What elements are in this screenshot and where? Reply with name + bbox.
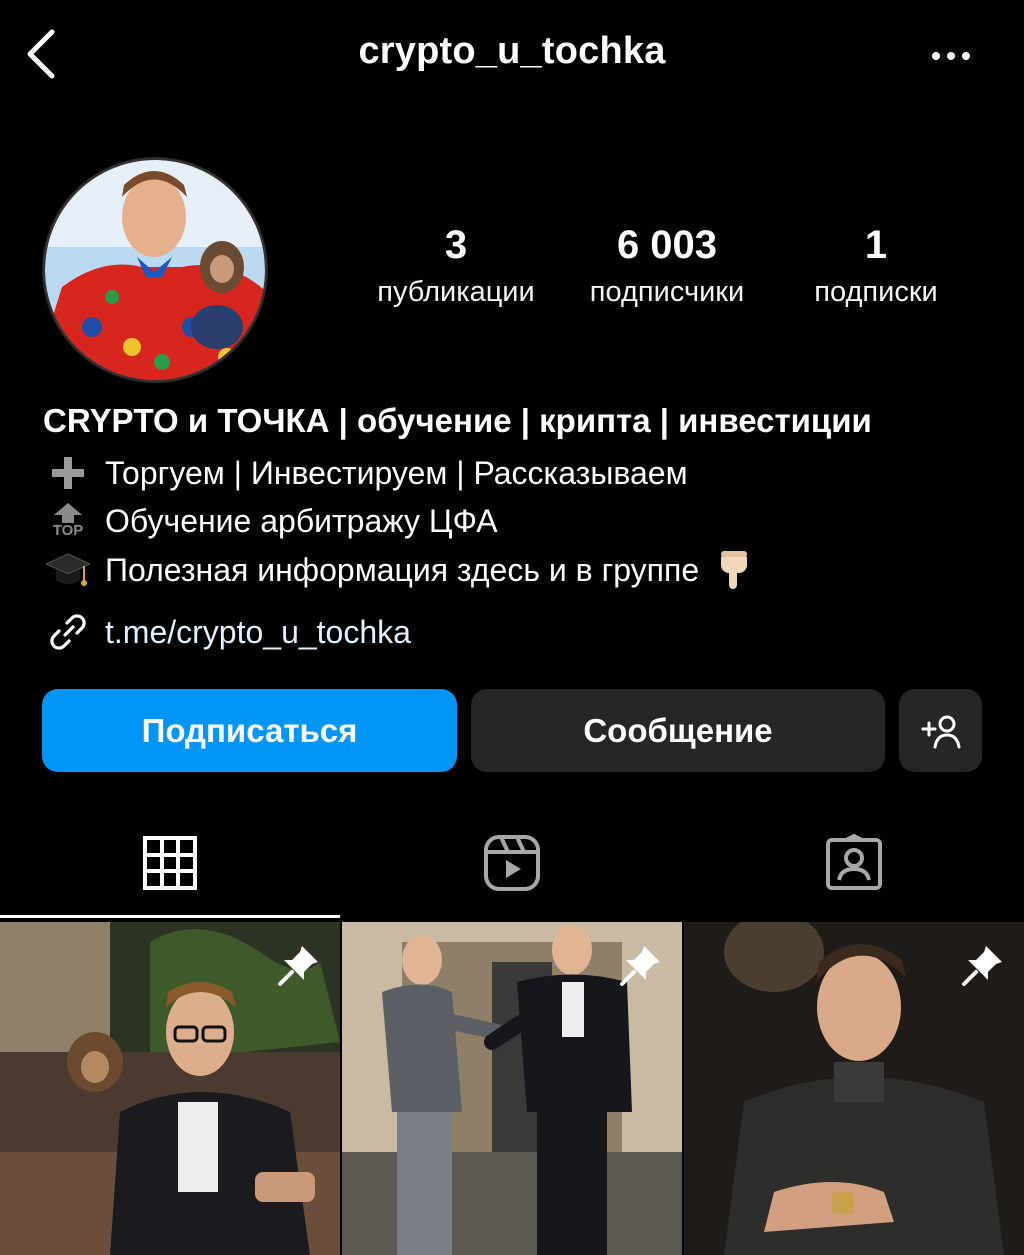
top-arrow-emoji-icon: TOP [43,501,93,541]
reels-icon [484,835,540,891]
pinned-icon [278,946,318,986]
grid-icon [143,836,197,890]
following-label: подписки [814,276,938,308]
active-tab-indicator [0,915,340,918]
following-count: 1 [864,223,888,267]
follow-button[interactable]: Подписаться [42,689,457,772]
grid-post[interactable] [342,922,682,1255]
tab-posts-grid[interactable] [0,828,340,898]
bio-line-text: Торгуем | Инвестируем | Рассказываем [105,454,688,491]
pinned-icon [620,946,660,986]
plus-emoji-icon [43,453,93,493]
graduation-cap-emoji-icon [43,550,93,590]
posts-stat: 3 публикации [356,222,556,312]
bio-link-text[interactable]: t.me/crypto_u_tochka [105,614,411,651]
bio-line: Полезная информация здесь и в группе [43,549,751,591]
grid-post[interactable] [0,922,340,1255]
tagged-icon [826,834,882,890]
followers-stat[interactable]: 6 003 подписчики [567,222,767,312]
grid-post[interactable] [684,922,1024,1255]
suggest-users-button[interactable] [899,689,982,772]
tab-reels[interactable] [342,828,682,898]
add-person-icon [921,715,960,748]
posts-count: 3 [444,223,468,267]
bio-line: TOP Обучение арбитражу ЦФА [43,501,498,541]
profile-avatar[interactable] [42,157,268,383]
tab-tagged[interactable] [684,828,1024,898]
bio-line-text: Обучение арбитражу ЦФА [105,502,498,539]
bio-line-text: Полезная информация здесь и в группе [105,551,700,588]
message-button[interactable]: Сообщение [471,689,885,772]
following-stat[interactable]: 1 подписки [776,222,976,312]
followers-count: 6 003 [616,223,718,267]
pointing-down-emoji-icon [717,549,751,591]
top-badge-text: TOP [52,522,84,539]
more-options-icon[interactable] [926,36,976,76]
followers-label: подписчики [589,276,745,308]
link-icon [43,610,93,654]
posts-label: публикации [377,276,535,308]
bio-link[interactable]: t.me/crypto_u_tochka [43,610,411,654]
display-name: CRYPTO и ТОЧКА | обучение | крипта | инв… [43,402,872,439]
bio-line: Торгуем | Инвестируем | Рассказываем [43,453,688,493]
pinned-icon [962,946,1002,986]
profile-username-title: crypto_u_tochka [358,30,666,72]
